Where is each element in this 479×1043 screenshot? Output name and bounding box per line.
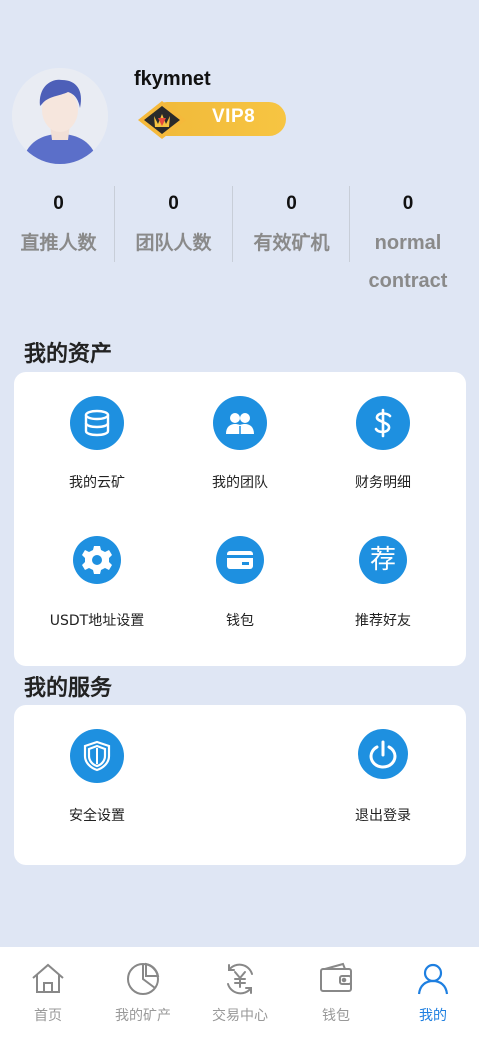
stat-direct-referrals[interactable]: 0 直推人数 [0, 186, 117, 262]
stats-row: 0 直推人数 0 团队人数 0 有效矿机 0 normal contract [0, 186, 479, 306]
recommend-glyph: 荐 [369, 545, 396, 575]
tile-label: 安全设置 [69, 808, 125, 824]
nav-label: 我的 [419, 1008, 447, 1024]
stat-value: 0 [286, 193, 297, 214]
vip-badge: VIP8 [136, 100, 286, 139]
stat-value: 0 [402, 193, 414, 214]
vip-level: VIP8 [212, 106, 256, 127]
username: fkymnet [134, 68, 211, 90]
nav-label: 首页 [34, 1008, 62, 1024]
exchange-icon [227, 963, 253, 995]
diamond-crown-icon [138, 101, 186, 139]
stat-value: 0 [53, 193, 64, 214]
stat-normal-contract[interactable]: 0 normal contract [350, 186, 466, 300]
tile-finance-details[interactable]: 财务明细 [308, 396, 458, 492]
stat-value: 0 [168, 193, 179, 214]
tile-usdt-address-settings[interactable]: USDT地址设置 [22, 536, 172, 630]
tile-label: 财务明细 [355, 475, 411, 491]
nav-label: 交易中心 [212, 1008, 268, 1024]
avatar[interactable] [12, 68, 108, 164]
tile-logout[interactable]: 退出登录 [308, 729, 458, 825]
nav-label: 钱包 [322, 1008, 350, 1024]
nav-item-my-mines[interactable]: 我的矿产 [95, 961, 191, 1025]
nav-label: 我的矿产 [115, 1008, 171, 1024]
tile-label: USDT地址设置 [49, 613, 145, 629]
stat-label: normal contract [368, 232, 448, 292]
assets-title: 我的资产 [24, 342, 113, 367]
services-card: 安全设置 退出登录 [14, 705, 466, 865]
dollar-icon [356, 396, 410, 450]
tile-label: 我的团队 [212, 475, 268, 491]
stat-team-size[interactable]: 0 团队人数 [115, 186, 232, 262]
tile-wallet[interactable]: 钱包 [165, 536, 315, 630]
tile-label: 钱包 [226, 613, 254, 629]
tile-label: 我的云矿 [69, 475, 125, 491]
nav-item-mine[interactable]: 我的 [385, 961, 479, 1025]
tile-my-team[interactable]: 我的团队 [165, 396, 315, 492]
shield-icon [70, 729, 124, 783]
nav-item-trading-center[interactable]: 交易中心 [192, 961, 288, 1025]
tile-recommend-friends[interactable]: 荐 推荐好友 [308, 536, 458, 630]
pie-chart-icon [127, 962, 160, 995]
nav-item-wallet[interactable]: 钱包 [288, 961, 384, 1025]
stat-label: 有效矿机 [253, 232, 330, 254]
team-icon [213, 396, 267, 450]
avatar-image [12, 68, 108, 164]
stat-label: 直推人数 [20, 232, 97, 254]
power-icon [358, 729, 408, 779]
home-icon [32, 963, 64, 993]
services-title: 我的服务 [24, 676, 113, 701]
tile-label: 退出登录 [355, 808, 411, 824]
tile-my-cloud-mine[interactable]: 我的云矿 [22, 396, 172, 492]
recommend-icon: 荐 [359, 536, 407, 584]
profile-header: fkymnet VIP8 [12, 68, 472, 168]
nav-item-home[interactable]: 首页 [0, 961, 96, 1025]
user-icon [417, 963, 449, 995]
wallet-icon [320, 962, 352, 992]
card-icon [216, 536, 264, 584]
stat-active-miners[interactable]: 0 有效矿机 [233, 186, 350, 262]
gear-icon [73, 536, 121, 584]
tile-security-settings[interactable]: 安全设置 [22, 729, 172, 825]
bottom-nav: 首页 我的矿产 交易中心 钱包 我的 [0, 947, 479, 1043]
assets-card: 我的云矿 我的团队 财务明细 USDT地址设置 钱包 荐 推荐好友 [14, 372, 466, 666]
database-icon [70, 396, 124, 450]
tile-label: 推荐好友 [355, 613, 411, 629]
stat-label: 团队人数 [135, 232, 212, 254]
